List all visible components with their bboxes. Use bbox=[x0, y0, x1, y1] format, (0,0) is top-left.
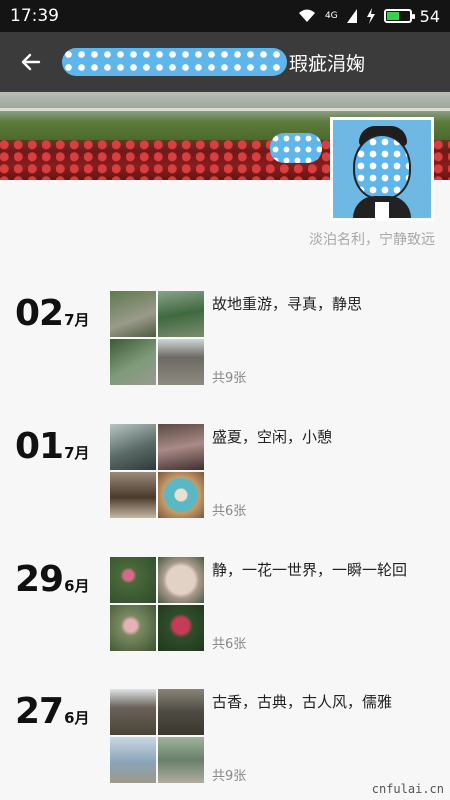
thumbnail[interactable] bbox=[158, 689, 204, 735]
thumbnail[interactable] bbox=[158, 339, 204, 385]
cover-railing bbox=[0, 108, 450, 111]
thumbnail[interactable] bbox=[110, 339, 156, 385]
avatar-face-redaction bbox=[353, 134, 411, 200]
album-entry[interactable]: 27 6月 古香，古典，古人风，儒雅 共9张 bbox=[0, 689, 450, 789]
wifi-icon bbox=[298, 9, 315, 22]
thumbnail[interactable] bbox=[158, 472, 204, 518]
status-time: 17:39 bbox=[10, 6, 59, 26]
entry-caption: 古香，古典，古人风，儒雅 bbox=[212, 693, 393, 711]
nav-title: 瑕疵涓婅 bbox=[289, 52, 366, 75]
thumbnail[interactable] bbox=[158, 424, 204, 470]
album-entry[interactable]: 02 7月 故地重游，寻真，静思 共9张 bbox=[0, 291, 450, 391]
album-entry[interactable]: 29 6月 静，一花一世界，一瞬一轮回 共6张 bbox=[0, 557, 450, 657]
entry-date: 01 7月 bbox=[15, 426, 90, 467]
entry-photo-count: 共9张 bbox=[212, 371, 247, 386]
profile-signature: 淡泊名利，宁静致远 bbox=[309, 232, 435, 248]
entry-month: 7月 bbox=[64, 444, 90, 462]
entry-day: 29 bbox=[15, 559, 64, 600]
thumbnail-grid[interactable] bbox=[110, 689, 204, 783]
avatar-collar bbox=[375, 202, 389, 218]
thumbnail[interactable] bbox=[158, 605, 204, 651]
entry-caption: 静，一花一世界，一瞬一轮回 bbox=[212, 561, 408, 579]
entry-caption: 盛夏，空闲，小憩 bbox=[212, 428, 333, 446]
album-entry[interactable]: 01 7月 盛夏，空闲，小憩 共6张 bbox=[0, 424, 450, 524]
thumbnail[interactable] bbox=[110, 291, 156, 337]
thumbnail[interactable] bbox=[110, 472, 156, 518]
title-redaction bbox=[62, 48, 287, 76]
thumbnail-grid[interactable] bbox=[110, 424, 204, 518]
thumbnail[interactable] bbox=[158, 737, 204, 783]
back-button[interactable] bbox=[0, 32, 62, 92]
network-type: 4G bbox=[324, 10, 338, 21]
entry-photo-count: 共6张 bbox=[212, 637, 247, 652]
entry-day: 02 bbox=[15, 293, 64, 334]
thumbnail[interactable] bbox=[110, 737, 156, 783]
signal-icon bbox=[346, 9, 357, 23]
thumbnail[interactable] bbox=[110, 424, 156, 470]
arrow-left-icon bbox=[21, 53, 41, 71]
entry-caption: 故地重游，寻真，静思 bbox=[212, 295, 363, 313]
thumbnail[interactable] bbox=[158, 557, 204, 603]
battery-percent: 54 bbox=[419, 6, 440, 26]
thumbnail[interactable] bbox=[110, 605, 156, 651]
entry-month: 7月 bbox=[64, 311, 90, 329]
entry-photo-count: 共6张 bbox=[212, 504, 247, 519]
thumbnail[interactable] bbox=[110, 689, 156, 735]
nickname-redaction bbox=[270, 133, 322, 163]
entry-date: 27 6月 bbox=[15, 691, 90, 732]
entry-photo-count: 共9张 bbox=[212, 769, 247, 784]
entry-date: 02 7月 bbox=[15, 293, 90, 334]
entry-month: 6月 bbox=[64, 709, 90, 727]
thumbnail[interactable] bbox=[110, 557, 156, 603]
status-bar: 17:39 4G 54 bbox=[0, 0, 450, 32]
status-icons: 4G 54 bbox=[297, 7, 440, 26]
avatar-image bbox=[333, 120, 431, 218]
entry-date: 29 6月 bbox=[15, 559, 90, 600]
entry-day: 01 bbox=[15, 426, 64, 467]
watermark: cnfulai.cn bbox=[371, 782, 444, 796]
nav-bar: 瑕疵涓婅 bbox=[0, 32, 450, 92]
thumbnail-grid[interactable] bbox=[110, 291, 204, 385]
charging-icon bbox=[366, 8, 375, 24]
thumbnail[interactable] bbox=[158, 291, 204, 337]
thumbnail-grid[interactable] bbox=[110, 557, 204, 651]
battery-icon bbox=[383, 9, 415, 23]
entry-day: 27 bbox=[15, 691, 64, 732]
avatar[interactable] bbox=[330, 117, 434, 221]
entry-month: 6月 bbox=[64, 577, 90, 595]
